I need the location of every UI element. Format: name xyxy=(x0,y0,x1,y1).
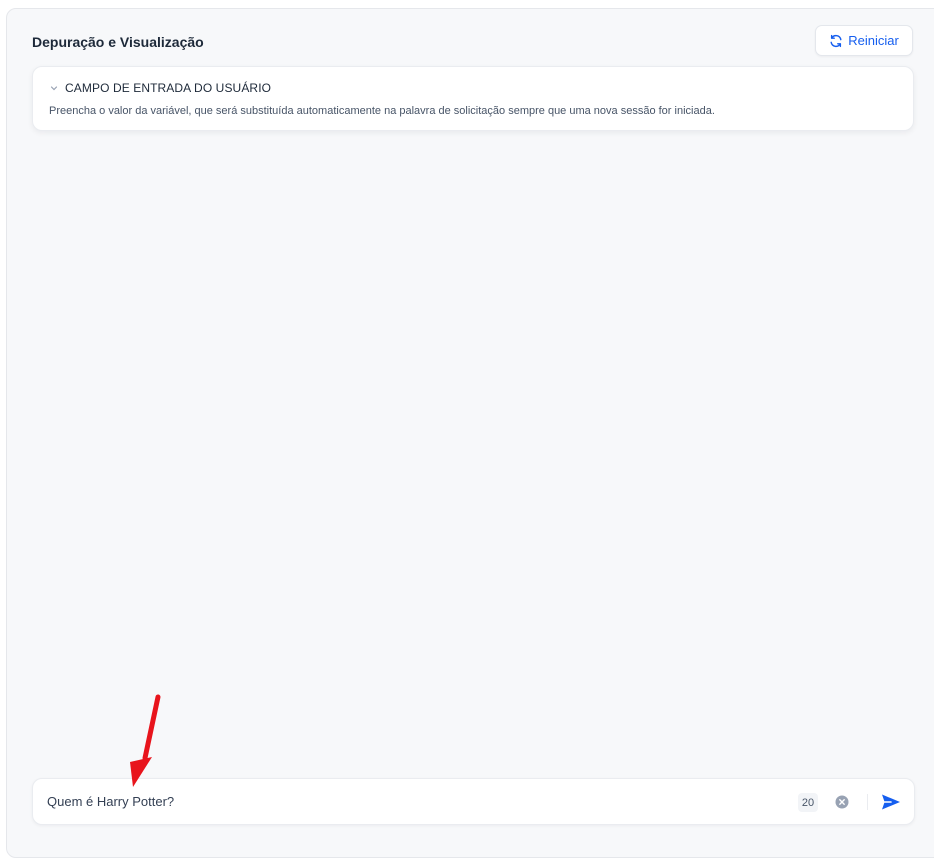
refresh-icon xyxy=(829,34,843,48)
user-input-card-toggle[interactable]: CAMPO DE ENTRADA DO USUÁRIO xyxy=(49,81,271,95)
panel-title: Depuração e Visualização xyxy=(32,34,204,50)
restart-button[interactable]: Reiniciar xyxy=(815,25,913,56)
chat-message-input[interactable] xyxy=(47,794,747,809)
user-input-card-title: CAMPO DE ENTRADA DO USUÁRIO xyxy=(65,81,272,95)
debug-preview-panel: Depuração e Visualização Reiniciar CAMPO… xyxy=(6,8,934,858)
user-input-field-card: CAMPO DE ENTRADA DO USUÁRIO Preencha o v… xyxy=(32,66,914,131)
send-icon xyxy=(881,793,901,811)
chevron-down-icon xyxy=(49,83,59,93)
restart-label: Reiniciar xyxy=(848,33,899,48)
clear-circle-icon[interactable] xyxy=(835,795,849,809)
chat-input-bar: 20 xyxy=(32,778,915,825)
user-input-card-description: Preencha o valor da variável, que será s… xyxy=(49,105,715,117)
input-divider xyxy=(867,794,868,810)
char-count-badge: 20 xyxy=(798,793,818,812)
send-button[interactable] xyxy=(879,791,903,813)
